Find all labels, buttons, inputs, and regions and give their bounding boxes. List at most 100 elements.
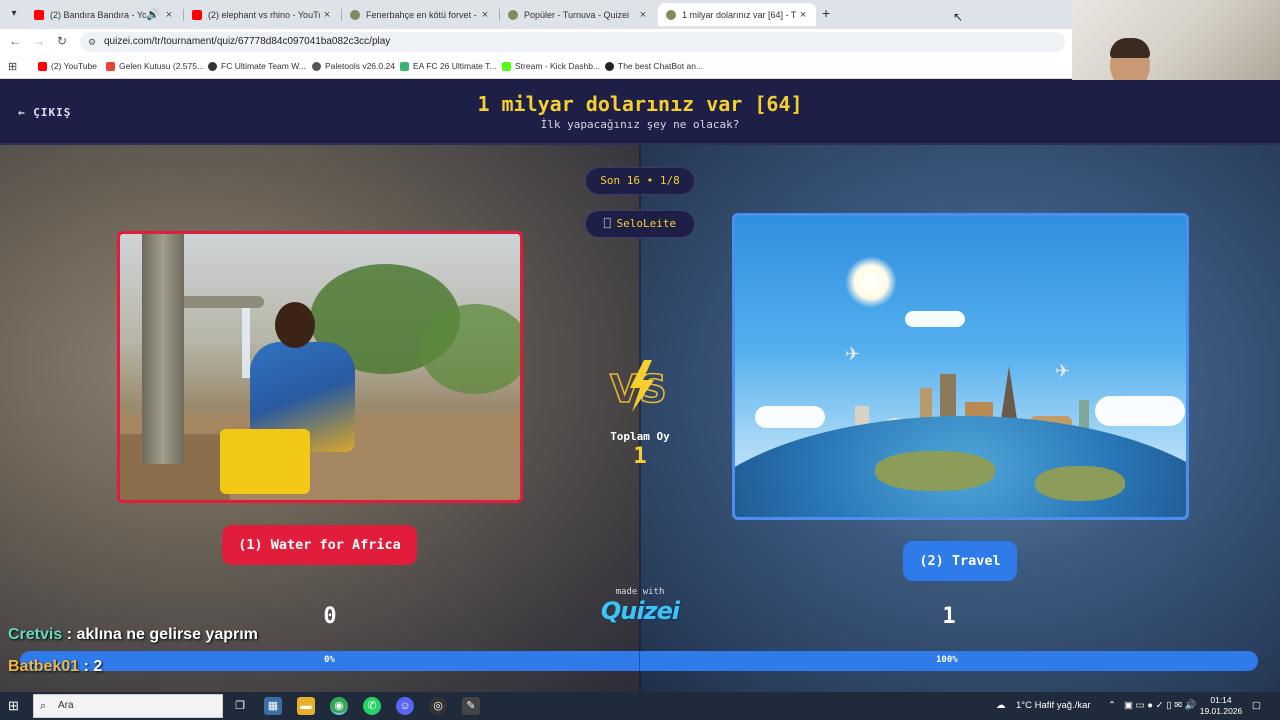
user-icon: ⎕: [603, 217, 611, 230]
chat-separator: :: [62, 626, 77, 643]
bookmark-label: FC Ultimate Team W...: [221, 61, 306, 71]
url-field[interactable]: ⚙ quizei.com/tr/tournament/quiz/67778d84…: [80, 32, 1065, 52]
url-text: quizei.com/tr/tournament/quiz/67778d84c0…: [104, 36, 391, 47]
ea-fc-icon: [400, 61, 409, 71]
bookmark-label: EA FC 26 Ultimate T...: [413, 61, 497, 71]
youtube-icon: [38, 61, 47, 71]
tab-title: 1 milyar dolarınız var [64] - Tier: [682, 9, 796, 20]
windows-taskbar: ⊞ ⌕ Ara ❐ ▦ ▬ ◉ ✆ ☺ ◎ ✎ ☁ 1°C Hafif yağ.…: [0, 692, 1280, 720]
weather-text[interactable]: 1°C Hafif yağ./kar: [1016, 700, 1091, 711]
site-info-icon[interactable]: ⚙: [88, 32, 96, 52]
whatsapp-icon[interactable]: ✆: [363, 697, 381, 715]
right-percent: 100%: [936, 655, 958, 665]
photo-jerrycan: [220, 429, 310, 494]
browser-tab[interactable]: Popüler - Turnuva - Quizei ×: [500, 3, 656, 26]
bookmark-label: The best ChatBot an...: [618, 61, 704, 71]
bookmark-item[interactable]: Paletools v26.0.24: [312, 61, 395, 71]
photo-water-stream: [242, 308, 250, 378]
weather-icon[interactable]: ☁: [996, 700, 1006, 711]
photo-cloud: [905, 311, 965, 327]
bookmark-item[interactable]: The best ChatBot an...: [605, 61, 703, 71]
photo-continent: [1035, 466, 1125, 501]
bookmark-item[interactable]: Stream - Kick Dashb...: [502, 61, 600, 71]
photo-child-head: [275, 302, 315, 348]
bookmark-item[interactable]: Gelen Kutusu (2.575...: [106, 61, 204, 71]
speaker-icon[interactable]: 🔊: [146, 8, 160, 21]
task-view-icon[interactable]: ❐: [231, 697, 249, 715]
windows-start-icon[interactable]: ⊞: [8, 698, 19, 714]
option-right-button[interactable]: (2) Travel: [903, 541, 1017, 581]
file-explorer-icon[interactable]: ▬: [297, 697, 315, 715]
tray-chevron-icon[interactable]: ⌃: [1108, 700, 1116, 711]
option-left-button[interactable]: (1) Water for Africa: [222, 525, 417, 565]
user-badge: ⎕ SeloLeite: [585, 210, 695, 238]
chat-message: Cretvis : aklına ne gelirse yaprım: [8, 626, 258, 644]
bookmark-item[interactable]: (2) YouTube: [38, 61, 97, 71]
globe-icon: [208, 61, 217, 71]
bookmarks-bar: ⊞ (2) YouTube Gelen Kutusu (2.575... FC …: [0, 55, 1072, 79]
discord-icon[interactable]: ☺: [396, 697, 414, 715]
tab-search-icon[interactable]: ▾: [6, 7, 22, 21]
capcut-icon[interactable]: ✎: [462, 697, 480, 715]
close-tab-icon[interactable]: ×: [320, 9, 334, 21]
made-with-label: made with: [615, 587, 665, 597]
chat-separator: :: [79, 658, 94, 675]
close-tab-icon[interactable]: ×: [162, 9, 176, 21]
close-tab-icon[interactable]: ×: [636, 9, 650, 21]
chat-username: Cretvis: [8, 626, 63, 643]
bookmark-item[interactable]: EA FC 26 Ultimate T...: [400, 61, 496, 71]
right-vote-count: 1: [942, 604, 956, 629]
photo-sun: [845, 256, 897, 308]
progress-divider: [639, 651, 640, 671]
photo-cloud: [1095, 396, 1185, 426]
obs-icon[interactable]: ◎: [429, 697, 447, 715]
left-percent: 0%: [324, 655, 335, 665]
browser-tab-active[interactable]: 1 milyar dolarınız var [64] - Tier ×: [658, 3, 816, 26]
vs-lightning-icon: VS: [609, 360, 668, 412]
photo-airplane: ✈: [845, 344, 861, 364]
notification-icon[interactable]: ▢: [1252, 700, 1261, 711]
chat-text: 2: [93, 658, 103, 675]
apps-grid-icon[interactable]: ⊞: [8, 60, 17, 73]
chat-text: aklına ne gelirse yaprım: [76, 626, 258, 643]
tab-title: Popüler - Turnuva - Quizei: [524, 9, 630, 20]
bookmark-label: Paletools v26.0.24: [325, 61, 395, 71]
user-name: SeloLeite: [616, 217, 677, 230]
chrome-icon[interactable]: ◉: [330, 697, 348, 715]
left-vote-count: 0: [323, 604, 337, 629]
taskbar-clock[interactable]: 01:14 19.01.2026: [1198, 695, 1244, 717]
chat-message: Batbek01 : 2: [8, 658, 102, 676]
tab-title: (2) Bandıra Bandıra - YouTube: [50, 9, 146, 20]
photo-cloud: [755, 406, 825, 428]
browser-tab[interactable]: Fenerbahçe en kötü forvet - Tier ×: [342, 3, 498, 26]
quizei-icon: [350, 9, 360, 20]
address-bar-row: ← → ↻ ⚙ quizei.com/tr/tournament/quiz/67…: [0, 29, 1072, 55]
close-tab-icon[interactable]: ×: [478, 9, 492, 21]
option-card-right[interactable]: ✈ ✈: [732, 213, 1189, 520]
kick-icon: [502, 61, 511, 71]
new-tab-icon[interactable]: +: [822, 5, 830, 21]
youtube-icon: [34, 9, 44, 20]
tray-status-icons[interactable]: ▣ ▭ ● ✓ ▯ ✉ 🔊: [1124, 700, 1197, 711]
reload-icon[interactable]: ↻: [57, 34, 67, 48]
youtube-icon: [192, 9, 202, 20]
taskbar-search[interactable]: ⌕ Ara: [33, 694, 223, 718]
calculator-icon[interactable]: ▦: [264, 697, 282, 715]
back-icon[interactable]: ←: [9, 34, 21, 48]
photo-water-pump: [142, 234, 184, 464]
browser-tab[interactable]: (2) Bandıra Bandıra - YouTube 🔊 ×: [26, 3, 182, 26]
tab-title: Fenerbahçe en kötü forvet - Tier: [366, 9, 478, 20]
close-tab-icon[interactable]: ×: [796, 9, 810, 21]
quizei-logo[interactable]: Quizei: [590, 597, 690, 625]
photo-tree: [420, 304, 520, 394]
browser-tab[interactable]: (2) elephant vs rhino - YouTube ×: [184, 3, 340, 26]
bookmark-label: Stream - Kick Dashb...: [515, 61, 601, 71]
search-icon: ⌕: [40, 700, 47, 712]
bookmark-item[interactable]: FC Ultimate Team W...: [208, 61, 306, 71]
gmail-icon: [106, 61, 115, 71]
round-indicator: Son 16 • 1/8: [585, 167, 695, 195]
quizei-icon: [508, 9, 518, 20]
forward-icon[interactable]: →: [33, 34, 45, 48]
option-card-left[interactable]: [117, 231, 523, 503]
tab-title: (2) elephant vs rhino - YouTube: [208, 9, 320, 20]
